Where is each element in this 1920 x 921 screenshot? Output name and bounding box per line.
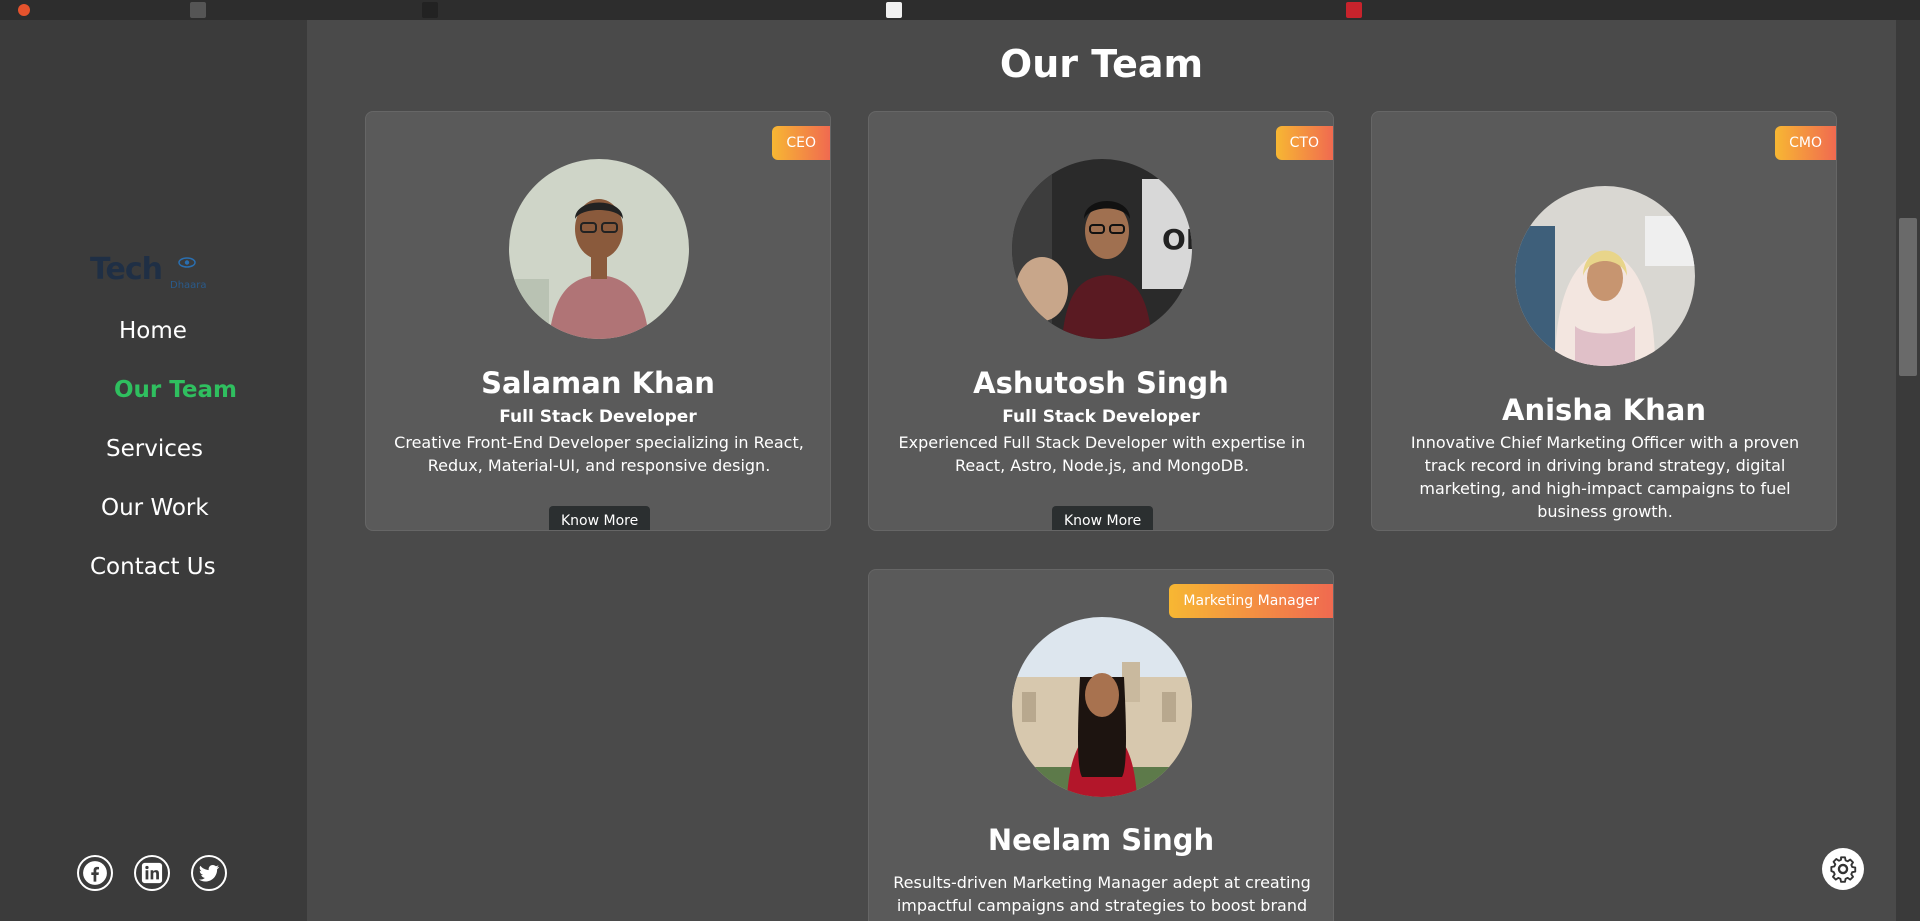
page-scrollbar[interactable] <box>1896 20 1920 921</box>
know-more-button[interactable]: Know More <box>549 506 651 530</box>
position-badge: CEO <box>772 126 830 160</box>
scrollbar-thumb[interactable] <box>1899 218 1917 376</box>
position-badge: CMO <box>1775 126 1836 160</box>
tab-favicon[interactable] <box>422 2 438 18</box>
member-name: Anisha Khan <box>1502 393 1706 427</box>
member-description: Innovative Chief Marketing Officer with … <box>1410 433 1800 521</box>
tab-favicon[interactable] <box>886 2 902 18</box>
main-content: Our Team CEO Salaman Khan Full Stack Dev… <box>307 20 1896 921</box>
nav-services[interactable]: Services <box>106 436 203 462</box>
brand-logo[interactable]: Tech Dhaara <box>90 246 220 296</box>
facebook-link[interactable] <box>77 855 113 891</box>
team-card: Marketing Manager Neelam Singh Results-d… <box>868 569 1334 921</box>
tab-favicon[interactable] <box>190 2 206 18</box>
gear-icon <box>1830 856 1857 883</box>
team-card: CTO OLD Ashutosh Singh Full Stack Develo… <box>868 111 1334 531</box>
logo-subtext: Dhaara <box>170 280 207 291</box>
member-description: Creative Front-End Developer specializin… <box>394 433 804 475</box>
sidebar: Tech Dhaara Home Our Team Services Our W… <box>0 20 307 921</box>
avatar: OLD <box>1012 159 1192 339</box>
team-card: CMO Anisha Khan Innovative Chief Marketi… <box>1371 111 1837 531</box>
page-title: Our Team <box>999 42 1204 86</box>
know-more-button[interactable]: Know More <box>1052 506 1154 530</box>
linkedin-link[interactable] <box>134 855 170 891</box>
member-role: Full Stack Developer <box>1002 407 1200 427</box>
member-description: Results-driven Marketing Manager adept a… <box>893 873 1311 921</box>
nav-contact-us[interactable]: Contact Us <box>90 554 216 580</box>
twitter-link[interactable] <box>191 855 227 891</box>
avatar <box>1012 617 1192 797</box>
twitter-icon <box>199 864 220 882</box>
browser-tab-strip <box>0 0 1920 20</box>
avatar <box>1515 186 1695 366</box>
facebook-icon <box>83 861 107 885</box>
theme-toggle-button[interactable] <box>1822 848 1864 890</box>
member-role: Full Stack Developer <box>499 407 697 427</box>
tab-favicon[interactable] <box>18 4 30 16</box>
team-card: CEO Salaman Khan Full Stack Developer Cr… <box>365 111 831 531</box>
tab-favicon[interactable] <box>1346 2 1362 18</box>
member-description: Experienced Full Stack Developer with ex… <box>898 433 1306 475</box>
member-name: Ashutosh Singh <box>973 366 1229 400</box>
avatar <box>509 159 689 339</box>
eye-icon <box>178 257 196 268</box>
linkedin-icon <box>141 862 163 884</box>
member-name: Salaman Khan <box>481 366 715 400</box>
svg-text:OLD: OLD <box>1162 223 1192 256</box>
nav-our-team[interactable]: Our Team <box>114 377 237 403</box>
nav-our-work[interactable]: Our Work <box>101 495 209 521</box>
nav-home[interactable]: Home <box>119 318 187 344</box>
member-name: Neelam Singh <box>987 823 1215 857</box>
logo-text: Tech <box>90 252 163 287</box>
position-badge: Marketing Manager <box>1169 584 1333 618</box>
position-badge: CTO <box>1275 126 1333 160</box>
